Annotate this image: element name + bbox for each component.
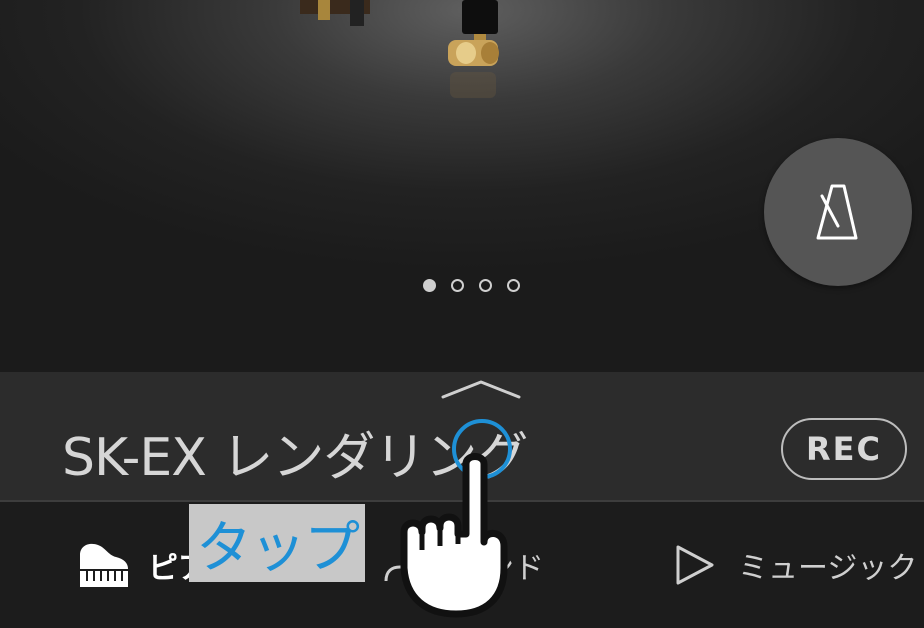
- chevron-up-icon[interactable]: [440, 378, 522, 400]
- carousel-dot-4[interactable]: [507, 279, 520, 292]
- carousel-dot-1[interactable]: [423, 279, 436, 292]
- play-icon: [676, 545, 714, 585]
- rec-button[interactable]: REC: [781, 418, 907, 480]
- pointing-hand-icon: [400, 453, 508, 618]
- tab-music-label: ミュージック: [738, 551, 918, 586]
- carousel-dot-2[interactable]: [451, 279, 464, 292]
- carousel-indicator: [423, 279, 520, 292]
- tab-music[interactable]: ミュージック: [672, 502, 917, 628]
- metronome-button[interactable]: [764, 138, 912, 286]
- metronome-icon: [816, 184, 858, 240]
- tap-callout: タップ: [189, 504, 365, 582]
- grand-piano-icon: [80, 543, 128, 587]
- carousel-dot-3[interactable]: [479, 279, 492, 292]
- hero-image-area[interactable]: [0, 0, 924, 372]
